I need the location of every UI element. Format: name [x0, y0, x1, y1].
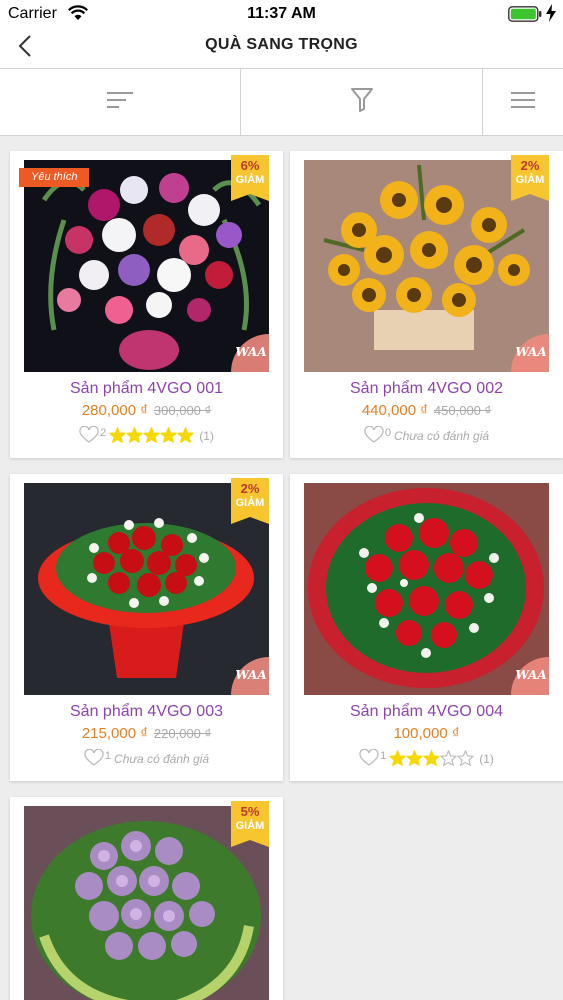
product-card[interactable]: 2% GIẢM WAA Sản phẩm 4VGO 002 440,000 ₫ 4…	[290, 151, 563, 458]
star-rating	[109, 426, 194, 446]
product-name: Sản phẩm 4VGO 001	[70, 380, 223, 397]
watermark-text: WAA	[515, 668, 547, 682]
star-filled-icon	[126, 426, 143, 446]
rating-count: (1)	[199, 429, 214, 443]
product-name: Sản phẩm 4VGO 004	[350, 703, 503, 720]
product-price-row: 440,000 ₫ 450,000 ₫	[290, 402, 563, 419]
discount-label: GIẢM	[515, 174, 545, 186]
star-filled-icon	[177, 426, 194, 446]
heart-icon[interactable]	[359, 748, 379, 770]
discount-badge: 5% GIẢM	[231, 801, 269, 847]
discount-percent: 5%	[240, 804, 260, 819]
product-old-price: 300,000 ₫	[153, 403, 212, 418]
discount-label: GIẢM	[235, 820, 265, 832]
product-price: 215,000 ₫	[81, 725, 148, 742]
filter-icon	[350, 87, 374, 118]
watermark-text: WAA	[515, 345, 547, 359]
list-view-button[interactable]	[483, 69, 563, 136]
watermark-text: WAA	[235, 345, 267, 359]
star-filled-icon	[160, 426, 177, 446]
product-name: Sản phẩm 4VGO 003	[70, 703, 223, 720]
heart-icon[interactable]	[364, 425, 384, 447]
product-card[interactable]: Yêu thích 6% GIẢM WAA Sản phẩm 4VGO 001 …	[10, 151, 283, 458]
discount-percent: 2%	[520, 158, 540, 173]
heart-icon[interactable]	[84, 748, 104, 770]
discount-percent: 6%	[240, 158, 260, 173]
rating-row: 1 Chưa có đánh giá	[10, 748, 283, 770]
star-empty-icon	[457, 749, 474, 769]
product-price-row: 100,000 ₫	[290, 725, 563, 742]
product-grid: Yêu thích 6% GIẢM WAA Sản phẩm 4VGO 001 …	[0, 136, 563, 1000]
rating-row: 0 Chưa có đánh giá	[290, 425, 563, 447]
product-card[interactable]: WAA Sản phẩm 4VGO 004 100,000 ₫ 1 (1)	[290, 474, 563, 781]
battery-icon	[508, 6, 542, 22]
heart-icon[interactable]	[79, 425, 99, 447]
charging-icon	[545, 4, 557, 22]
like-count: 1	[104, 750, 112, 762]
discount-badge: 6% GIẢM	[231, 155, 269, 201]
star-filled-icon	[389, 749, 406, 769]
discount-label: GIẢM	[235, 174, 265, 186]
favorite-ribbon: Yêu thích	[19, 168, 90, 187]
waa-logo: WAA	[511, 334, 549, 372]
discount-label: GIẢM	[235, 497, 265, 509]
toolbar	[0, 68, 563, 136]
star-filled-icon	[406, 749, 423, 769]
product-card[interactable]: 5% GIẢM	[10, 797, 283, 1000]
sort-button[interactable]	[0, 69, 241, 136]
product-price: 280,000 ₫	[81, 402, 148, 419]
star-filled-icon	[423, 749, 440, 769]
sort-icon	[106, 90, 134, 115]
filter-button[interactable]	[241, 69, 483, 136]
discount-badge: 2% GIẢM	[511, 155, 549, 201]
product-old-price: 450,000 ₫	[433, 403, 492, 418]
waa-logo: WAA	[231, 334, 269, 372]
no-rating-text: Chưa có đánh giá	[394, 429, 490, 443]
no-rating-text: Chưa có đánh giá	[114, 752, 210, 766]
discount-percent: 2%	[240, 481, 260, 496]
clock-time: 11:37 AM	[247, 5, 316, 22]
watermark-text: WAA	[235, 668, 267, 682]
rating-row: 2 (1)	[10, 425, 283, 447]
star-filled-icon	[109, 426, 126, 446]
product-name: Sản phẩm 4VGO 002	[350, 380, 503, 397]
product-price-row: 215,000 ₫ 220,000 ₫	[10, 725, 283, 742]
star-empty-icon	[440, 749, 457, 769]
rating-row: 1 (1)	[290, 748, 563, 770]
product-card[interactable]: 2% GIẢM WAA Sản phẩm 4VGO 003 215,000 ₫ 2…	[10, 474, 283, 781]
product-price: 440,000 ₫	[361, 402, 428, 419]
status-bar: Carrier 11:37 AM	[0, 0, 563, 28]
waa-logo: WAA	[231, 657, 269, 695]
star-filled-icon	[143, 426, 160, 446]
discount-badge: 2% GIẢM	[231, 478, 269, 524]
product-price-row: 280,000 ₫ 300,000 ₫	[10, 402, 283, 419]
product-price: 100,000 ₫	[393, 725, 460, 742]
rating-count: (1)	[479, 752, 494, 766]
page-title: QUÀ SANG TRỌNG	[205, 36, 358, 53]
waa-logo: WAA	[511, 657, 549, 695]
product-old-price: 220,000 ₫	[153, 726, 212, 741]
like-count: 1	[380, 750, 387, 762]
like-count: 2	[100, 427, 107, 439]
star-rating	[389, 749, 474, 769]
like-count: 0	[384, 427, 392, 439]
menu-icon	[510, 90, 536, 115]
nav-bar: QUÀ SANG TRỌNG	[0, 28, 563, 68]
